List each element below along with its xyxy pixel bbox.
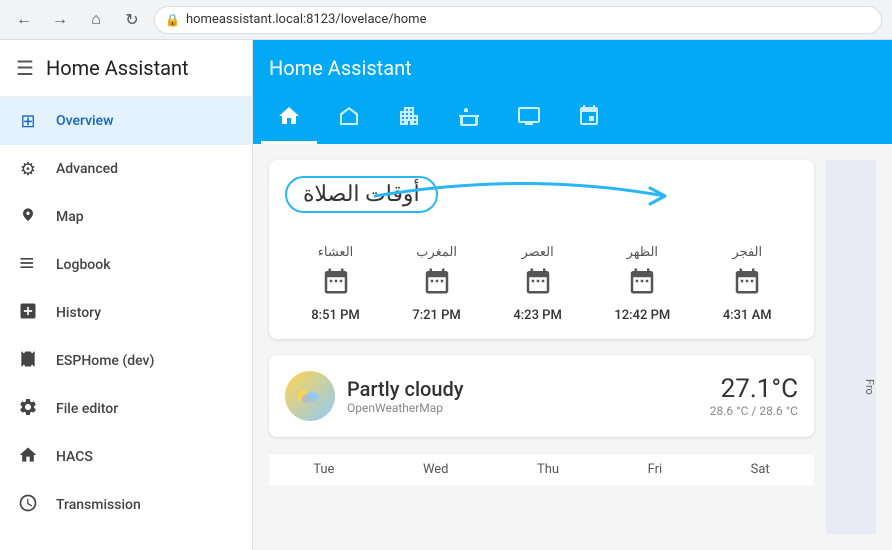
map-icon: [16, 205, 40, 230]
hacs-icon: [16, 445, 40, 470]
sidebar-header: ☰ Home Assistant: [0, 40, 252, 97]
prayer-icon-dhuhr: [627, 266, 657, 302]
prayer-card-title: أوقات الصلاة: [285, 176, 438, 213]
day-thu: Thu: [537, 462, 559, 477]
sidebar-label-hacs: HACS: [56, 449, 93, 465]
tab-bar: [253, 96, 892, 144]
prayer-name-asr: العصر: [521, 245, 553, 260]
day-wed: Wed: [423, 462, 449, 477]
address-bar[interactable]: 🔒 homeassistant.local:8123/lovelace/home: [154, 6, 882, 34]
main-content: Home Assistant: [253, 40, 892, 550]
sidebar-item-logbook[interactable]: Logbook: [0, 241, 252, 289]
prayer-time-value-asr: 4:23 PM: [513, 308, 562, 323]
tab-network[interactable]: [561, 96, 617, 144]
prayer-name-isha: العشاء: [318, 245, 354, 260]
weather-temperature: 27.1°C: [710, 374, 798, 404]
weather-icon: [285, 371, 335, 421]
weather-card: Partly cloudy OpenWeatherMap 27.1°C 28.6…: [269, 355, 814, 437]
weather-range: 28.6 °C / 28.6 °C: [710, 404, 798, 418]
prayer-icon-asr: [523, 266, 553, 302]
topbar-title: Home Assistant: [269, 40, 876, 96]
prayer-icon-isha: [321, 266, 351, 302]
sidebar-item-map[interactable]: Map: [0, 193, 252, 241]
prayer-time-value-dhuhr: 12:42 PM: [614, 308, 670, 323]
sidebar-label-overview: Overview: [56, 113, 113, 129]
prayer-time-isha: العشاء 8:51 PM: [311, 245, 360, 323]
sidebar-label-advanced: Advanced: [56, 161, 118, 177]
prayer-time-fajr: الفجر 4:31 AM: [723, 245, 772, 323]
prayer-time-value-maghrib: 7:21 PM: [412, 308, 461, 323]
browser-bar: ← → ⌂ ↻ 🔒 homeassistant.local:8123/lovel…: [0, 0, 892, 40]
app-container: ☰ Home Assistant ⊞ Overview ⚙ Advanced M…: [0, 40, 892, 550]
sidebar-label-esphome: ESPHome (dev): [56, 353, 154, 369]
day-sat: Sat: [751, 462, 770, 477]
sidebar-item-overview[interactable]: ⊞ Overview: [0, 97, 252, 145]
content-area: أوقات الصلاة العشاء: [253, 144, 892, 550]
day-strip: Tue Wed Thu Fri Sat: [269, 453, 814, 485]
tab-bath[interactable]: [441, 96, 497, 144]
right-panel-label: Fro: [863, 379, 876, 395]
prayer-times-row: العشاء 8:51 PM المغرب 7:21 PM: [285, 245, 798, 323]
prayer-card: أوقات الصلاة العشاء: [269, 160, 814, 339]
sidebar-label-file-editor: File editor: [56, 401, 118, 417]
top-bar: Home Assistant: [253, 40, 892, 96]
sidebar-item-file-editor[interactable]: File editor: [0, 385, 252, 433]
sidebar-label-history: History: [56, 305, 101, 321]
advanced-icon: ⚙: [16, 159, 40, 180]
sidebar: ☰ Home Assistant ⊞ Overview ⚙ Advanced M…: [0, 40, 253, 550]
weather-info: Partly cloudy OpenWeatherMap: [347, 377, 698, 415]
sidebar-item-transmission[interactable]: Transmission: [0, 481, 252, 529]
esphome-icon: [16, 349, 40, 374]
home-button[interactable]: ⌂: [82, 6, 110, 34]
prayer-name-fajr: الفجر: [732, 245, 762, 260]
sidebar-item-hacs[interactable]: HACS: [0, 433, 252, 481]
sidebar-label-transmission: Transmission: [56, 497, 141, 513]
url-text: homeassistant.local:8123/lovelace/home: [186, 12, 427, 27]
prayer-time-asr: العصر 4:23 PM: [513, 245, 562, 323]
sidebar-item-history[interactable]: History: [0, 289, 252, 337]
logbook-icon: [16, 253, 40, 278]
hamburger-icon[interactable]: ☰: [16, 56, 34, 80]
prayer-time-dhuhr: الظهر 12:42 PM: [614, 245, 670, 323]
refresh-button[interactable]: ↻: [118, 6, 146, 34]
sidebar-label-logbook: Logbook: [56, 257, 111, 273]
history-icon: [16, 301, 40, 326]
main-cards: أوقات الصلاة العشاء: [269, 160, 814, 534]
prayer-time-maghrib: المغرب 7:21 PM: [412, 245, 461, 323]
prayer-time-value-fajr: 4:31 AM: [723, 308, 772, 323]
overview-icon: ⊞: [16, 111, 40, 132]
day-tue: Tue: [313, 462, 334, 477]
prayer-name-dhuhr: الظهر: [627, 245, 658, 260]
tab-home[interactable]: [321, 96, 377, 144]
prayer-icon-maghrib: [422, 266, 452, 302]
weather-temp-block: 27.1°C 28.6 °C / 28.6 °C: [710, 374, 798, 418]
sidebar-title: Home Assistant: [46, 56, 189, 80]
prayer-icon-fajr: [732, 266, 762, 302]
forward-button[interactable]: →: [46, 6, 74, 34]
sidebar-label-map: Map: [56, 209, 84, 225]
weather-source: OpenWeatherMap: [347, 401, 698, 415]
prayer-name-maghrib: المغرب: [416, 245, 457, 260]
prayer-time-value-isha: 8:51 PM: [311, 308, 360, 323]
sidebar-item-esphome[interactable]: ESPHome (dev): [0, 337, 252, 385]
file-editor-icon: [16, 397, 40, 422]
sidebar-item-advanced[interactable]: ⚙ Advanced: [0, 145, 252, 193]
back-button[interactable]: ←: [10, 6, 38, 34]
security-icon: 🔒: [165, 13, 180, 27]
tab-monitor[interactable]: [501, 96, 557, 144]
right-panel: Fro: [826, 160, 876, 534]
tab-building[interactable]: [381, 96, 437, 144]
tab-overview[interactable]: [261, 96, 317, 144]
day-fri: Fri: [648, 462, 663, 477]
weather-condition: Partly cloudy: [347, 377, 698, 401]
transmission-icon: [16, 493, 40, 518]
